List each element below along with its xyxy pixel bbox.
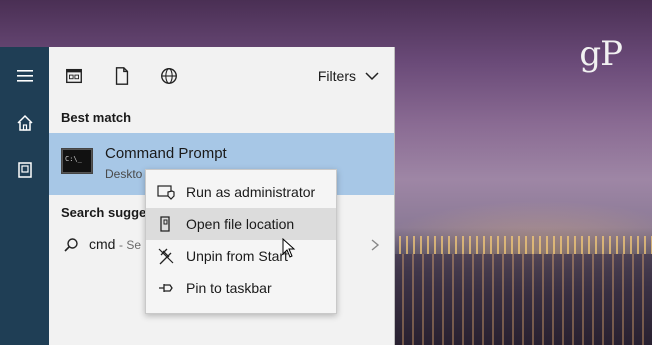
home-icon (16, 114, 33, 131)
watermark-logo: gP (579, 34, 623, 74)
menu-item-unpin-from-start[interactable]: Unpin from Start (146, 240, 336, 272)
chevron-right-icon[interactable] (368, 238, 382, 252)
best-match-heading: Best match (61, 110, 132, 125)
shield-admin-icon (156, 182, 176, 202)
menu-item-label: Unpin from Start (186, 248, 288, 264)
notebook-button[interactable] (0, 150, 49, 190)
menu-item-pin-to-taskbar[interactable]: Pin to taskbar (146, 272, 336, 304)
search-icon (64, 238, 78, 252)
menu-item-label: Pin to taskbar (186, 280, 272, 296)
menu-item-run-as-administrator[interactable]: Run as administrator (146, 176, 336, 208)
menu-item-label: Run as administrator (186, 184, 316, 200)
documents-icon (17, 162, 32, 178)
pin-icon (156, 278, 176, 298)
city-lights (392, 236, 652, 254)
web-icon (161, 68, 177, 84)
chevron-down-icon (365, 72, 379, 81)
unpin-icon (156, 246, 176, 266)
suggestion-text: cmd (89, 236, 116, 252)
filters-dropdown[interactable]: Filters (318, 65, 380, 87)
menu-button[interactable] (0, 56, 49, 96)
search-toolbar: Filters (49, 47, 394, 103)
documents-icon (115, 67, 129, 85)
menu-icon (16, 70, 33, 82)
context-menu: Run as administrator Open file location … (145, 169, 337, 314)
water-reflection (392, 254, 652, 345)
filters-label: Filters (317, 68, 356, 84)
menu-item-open-file-location[interactable]: Open file location (146, 208, 336, 240)
suggestion-see-more: - Se (119, 238, 142, 252)
mouse-cursor-icon (282, 238, 296, 258)
web-filter-button[interactable] (158, 65, 180, 87)
file-location-icon (156, 214, 176, 234)
search-suggestions-heading: Search sugges (61, 205, 154, 220)
app-name: Command Prompt (105, 145, 227, 162)
documents-filter-button[interactable] (111, 65, 133, 87)
start-nav-rail (0, 47, 49, 345)
home-button[interactable] (0, 103, 49, 143)
apps-icon (66, 68, 82, 84)
command-prompt-icon: C:\_ (61, 148, 93, 174)
app-subtitle: Deskto (105, 167, 143, 181)
menu-item-label: Open file location (186, 216, 295, 232)
apps-filter-button[interactable] (63, 65, 85, 87)
